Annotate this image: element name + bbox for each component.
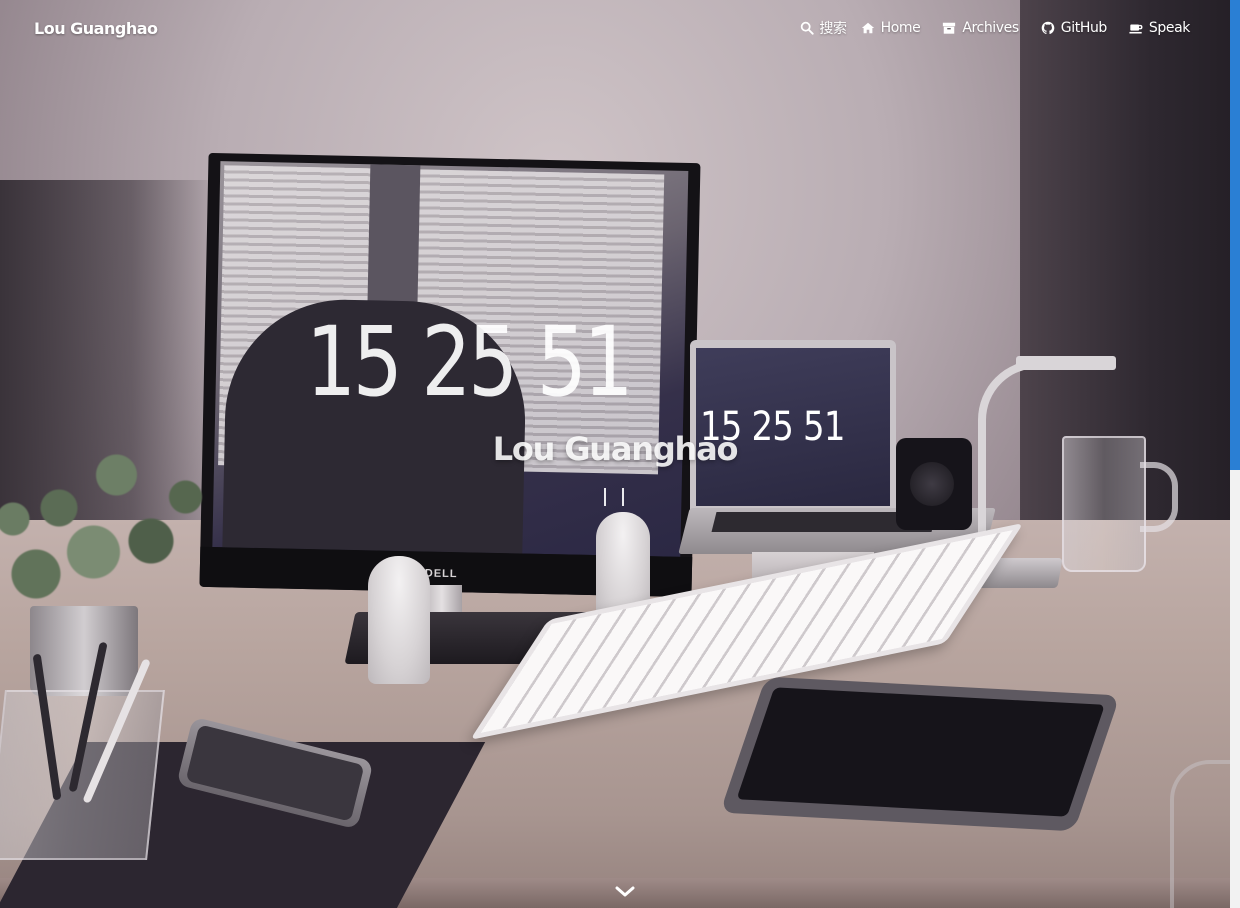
speaker-cone xyxy=(910,462,954,506)
search-label: 搜索 xyxy=(819,21,847,37)
tablet-screen xyxy=(736,687,1105,817)
nav-item-github[interactable]: GitHub xyxy=(1041,20,1107,36)
search-icon xyxy=(801,21,815,35)
nav-item-label: Speak xyxy=(1148,20,1190,36)
nav-item-speak[interactable]: Speak xyxy=(1129,20,1190,36)
bust-statue xyxy=(368,556,430,684)
dell-logo: DELL xyxy=(424,567,458,581)
nav-item-label: GitHub xyxy=(1060,20,1108,36)
pencil-cup xyxy=(0,641,165,860)
plant-pot xyxy=(30,606,138,696)
nav-item-archives[interactable]: Archives xyxy=(942,20,1019,36)
typing-cursor-icon xyxy=(604,488,624,506)
scroll-down-button[interactable] xyxy=(614,884,636,900)
chair xyxy=(1170,760,1230,908)
archive-icon xyxy=(943,22,956,34)
scrollbar-track[interactable] xyxy=(1230,0,1240,908)
chevron-down-icon xyxy=(615,886,635,897)
lamp-head xyxy=(1016,356,1116,370)
nav-item-label: Home xyxy=(880,20,921,36)
scrollbar-thumb[interactable] xyxy=(1230,0,1240,470)
nav-item-label: Archives xyxy=(962,20,1019,36)
navbar: Lou Guanghao 搜索 Home Archives GitHub Spe… xyxy=(0,0,1230,56)
tablet xyxy=(719,676,1121,832)
nav-links: 搜索 Home Archives GitHub Speak xyxy=(800,18,1190,38)
site-brand[interactable]: Lou Guanghao xyxy=(34,19,158,38)
cursor-bar xyxy=(604,488,606,506)
nav-item-home[interactable]: Home xyxy=(861,20,921,36)
glass-mug-handle xyxy=(1140,462,1178,532)
cursor-bar xyxy=(622,488,624,506)
home-icon xyxy=(861,22,874,34)
hero-title: Lou Guanghao xyxy=(492,430,739,468)
github-icon xyxy=(1041,21,1055,34)
monitor-clock: 15 25 51 xyxy=(306,306,634,418)
search-button[interactable]: 搜索 xyxy=(800,18,847,38)
coffee-icon xyxy=(1129,24,1143,34)
